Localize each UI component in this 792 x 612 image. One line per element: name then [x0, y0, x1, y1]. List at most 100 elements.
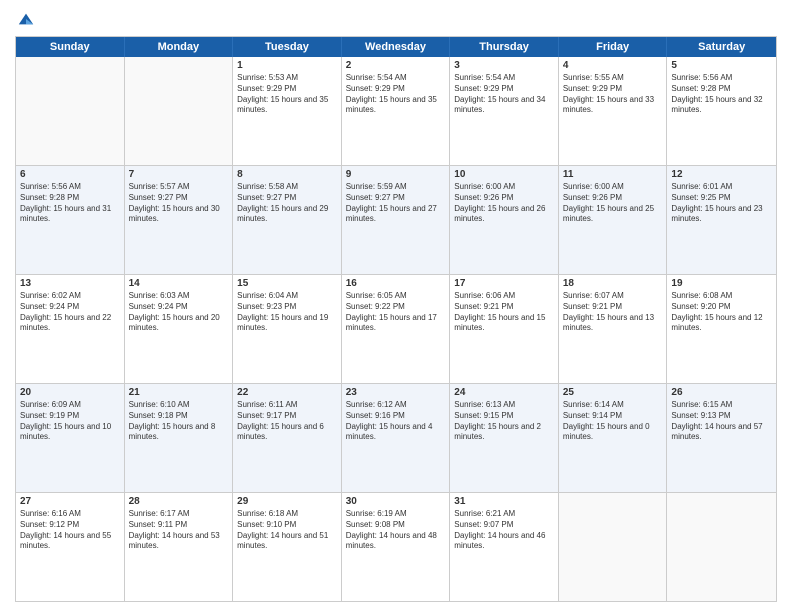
day-number: 24 [454, 387, 554, 398]
cell-sun-info: Sunrise: 6:12 AM Sunset: 9:16 PM Dayligh… [346, 400, 446, 443]
calendar-header: SundayMondayTuesdayWednesdayThursdayFrid… [16, 37, 776, 57]
calendar-row-5: 27Sunrise: 6:16 AM Sunset: 9:12 PM Dayli… [16, 493, 776, 601]
day-number: 18 [563, 278, 663, 289]
cell-sun-info: Sunrise: 6:16 AM Sunset: 9:12 PM Dayligh… [20, 509, 120, 552]
day-number: 3 [454, 60, 554, 71]
cell-sun-info: Sunrise: 6:17 AM Sunset: 9:11 PM Dayligh… [129, 509, 229, 552]
cell-sun-info: Sunrise: 6:18 AM Sunset: 9:10 PM Dayligh… [237, 509, 337, 552]
day-number: 10 [454, 169, 554, 180]
calendar-body: 1Sunrise: 5:53 AM Sunset: 9:29 PM Daylig… [16, 57, 776, 601]
cell-sun-info: Sunrise: 6:02 AM Sunset: 9:24 PM Dayligh… [20, 291, 120, 334]
calendar-cell: 7Sunrise: 5:57 AM Sunset: 9:27 PM Daylig… [125, 166, 234, 274]
day-number: 22 [237, 387, 337, 398]
page: SundayMondayTuesdayWednesdayThursdayFrid… [0, 0, 792, 612]
cell-sun-info: Sunrise: 6:00 AM Sunset: 9:26 PM Dayligh… [454, 182, 554, 225]
cell-sun-info: Sunrise: 5:53 AM Sunset: 9:29 PM Dayligh… [237, 73, 337, 116]
day-number: 11 [563, 169, 663, 180]
day-number: 5 [671, 60, 772, 71]
day-number: 15 [237, 278, 337, 289]
calendar-cell: 6Sunrise: 5:56 AM Sunset: 9:28 PM Daylig… [16, 166, 125, 274]
calendar-cell [667, 493, 776, 601]
calendar-row-1: 1Sunrise: 5:53 AM Sunset: 9:29 PM Daylig… [16, 57, 776, 166]
day-number: 30 [346, 496, 446, 507]
header-day-thursday: Thursday [450, 37, 559, 57]
calendar: SundayMondayTuesdayWednesdayThursdayFrid… [15, 36, 777, 602]
calendar-cell: 22 Sunrise: 6:11 AM Sunset: 9:17 PM Dayli… [233, 384, 342, 492]
calendar-cell [125, 57, 234, 165]
day-number: 12 [671, 169, 772, 180]
calendar-cell: 30 Sunrise: 6:19 AM Sunset: 9:08 PM Dayli… [342, 493, 451, 601]
calendar-cell: 8 Sunrise: 5:58 AM Sunset: 9:27 PM Daylig… [233, 166, 342, 274]
day-number: 13 [20, 278, 120, 289]
calendar-cell: 25 Sunrise: 6:14 AM Sunset: 9:14 PM Dayli… [559, 384, 668, 492]
calendar-row-2: 6Sunrise: 5:56 AM Sunset: 9:28 PM Daylig… [16, 166, 776, 275]
calendar-cell: 16 Sunrise: 6:05 AM Sunset: 9:22 PM Dayli… [342, 275, 451, 383]
cell-sun-info: Sunrise: 5:59 AM Sunset: 9:27 PM Dayligh… [346, 182, 446, 225]
calendar-cell: 4Sunrise: 5:55 AM Sunset: 9:29 PM Daylig… [559, 57, 668, 165]
cell-sun-info: Sunrise: 6:10 AM Sunset: 9:18 PM Dayligh… [129, 400, 229, 443]
cell-sun-info: Sunrise: 5:56 AM Sunset: 9:28 PM Dayligh… [20, 182, 120, 225]
calendar-cell: 23 Sunrise: 6:12 AM Sunset: 9:16 PM Dayli… [342, 384, 451, 492]
day-number: 16 [346, 278, 446, 289]
day-number: 2 [346, 60, 446, 71]
calendar-cell: 5 Sunrise: 5:56 AM Sunset: 9:28 PM Daylig… [667, 57, 776, 165]
calendar-cell: 31Sunrise: 6:21 AM Sunset: 9:07 PM Dayli… [450, 493, 559, 601]
calendar-cell: 9 Sunrise: 5:59 AM Sunset: 9:27 PM Daylig… [342, 166, 451, 274]
day-number: 29 [237, 496, 337, 507]
cell-sun-info: Sunrise: 6:07 AM Sunset: 9:21 PM Dayligh… [563, 291, 663, 334]
calendar-cell: 19 Sunrise: 6:08 AM Sunset: 9:20 PM Dayli… [667, 275, 776, 383]
day-number: 17 [454, 278, 554, 289]
calendar-row-4: 20 Sunrise: 6:09 AM Sunset: 9:19 PM Dayli… [16, 384, 776, 493]
logo-icon [17, 10, 35, 28]
cell-sun-info: Sunrise: 6:05 AM Sunset: 9:22 PM Dayligh… [346, 291, 446, 334]
calendar-cell: 28 Sunrise: 6:17 AM Sunset: 9:11 PM Dayli… [125, 493, 234, 601]
calendar-cell: 10 Sunrise: 6:00 AM Sunset: 9:26 PM Dayli… [450, 166, 559, 274]
calendar-cell: 17 Sunrise: 6:06 AM Sunset: 9:21 PM Dayli… [450, 275, 559, 383]
day-number: 21 [129, 387, 229, 398]
day-number: 25 [563, 387, 663, 398]
calendar-cell: 27Sunrise: 6:16 AM Sunset: 9:12 PM Dayli… [16, 493, 125, 601]
day-number: 4 [563, 60, 663, 71]
day-number: 19 [671, 278, 772, 289]
cell-sun-info: Sunrise: 6:03 AM Sunset: 9:24 PM Dayligh… [129, 291, 229, 334]
day-number: 28 [129, 496, 229, 507]
header-day-saturday: Saturday [667, 37, 776, 57]
calendar-cell: 1Sunrise: 5:53 AM Sunset: 9:29 PM Daylig… [233, 57, 342, 165]
cell-sun-info: Sunrise: 5:58 AM Sunset: 9:27 PM Dayligh… [237, 182, 337, 225]
day-number: 7 [129, 169, 229, 180]
cell-sun-info: Sunrise: 6:04 AM Sunset: 9:23 PM Dayligh… [237, 291, 337, 334]
calendar-cell: 15 Sunrise: 6:04 AM Sunset: 9:23 PM Dayli… [233, 275, 342, 383]
cell-sun-info: Sunrise: 6:19 AM Sunset: 9:08 PM Dayligh… [346, 509, 446, 552]
calendar-cell: 20 Sunrise: 6:09 AM Sunset: 9:19 PM Dayli… [16, 384, 125, 492]
calendar-cell: 11 Sunrise: 6:00 AM Sunset: 9:26 PM Dayli… [559, 166, 668, 274]
day-number: 23 [346, 387, 446, 398]
day-number: 9 [346, 169, 446, 180]
calendar-cell: 2Sunrise: 5:54 AM Sunset: 9:29 PM Daylig… [342, 57, 451, 165]
cell-sun-info: Sunrise: 6:08 AM Sunset: 9:20 PM Dayligh… [671, 291, 772, 334]
cell-sun-info: Sunrise: 6:00 AM Sunset: 9:26 PM Dayligh… [563, 182, 663, 225]
header-day-monday: Monday [125, 37, 234, 57]
day-number: 8 [237, 169, 337, 180]
day-number: 14 [129, 278, 229, 289]
cell-sun-info: Sunrise: 6:14 AM Sunset: 9:14 PM Dayligh… [563, 400, 663, 443]
calendar-cell: 18 Sunrise: 6:07 AM Sunset: 9:21 PM Dayli… [559, 275, 668, 383]
cell-sun-info: Sunrise: 6:15 AM Sunset: 9:13 PM Dayligh… [671, 400, 772, 443]
day-number: 26 [671, 387, 772, 398]
cell-sun-info: Sunrise: 6:09 AM Sunset: 9:19 PM Dayligh… [20, 400, 120, 443]
header-day-wednesday: Wednesday [342, 37, 451, 57]
calendar-cell: 3 Sunrise: 5:54 AM Sunset: 9:29 PM Daylig… [450, 57, 559, 165]
calendar-cell: 13 Sunrise: 6:02 AM Sunset: 9:24 PM Dayli… [16, 275, 125, 383]
calendar-cell: 14 Sunrise: 6:03 AM Sunset: 9:24 PM Dayli… [125, 275, 234, 383]
header-day-friday: Friday [559, 37, 668, 57]
calendar-cell: 26 Sunrise: 6:15 AM Sunset: 9:13 PM Dayli… [667, 384, 776, 492]
cell-sun-info: Sunrise: 6:21 AM Sunset: 9:07 PM Dayligh… [454, 509, 554, 552]
cell-sun-info: Sunrise: 6:06 AM Sunset: 9:21 PM Dayligh… [454, 291, 554, 334]
cell-sun-info: Sunrise: 5:56 AM Sunset: 9:28 PM Dayligh… [671, 73, 772, 116]
calendar-cell: 29 Sunrise: 6:18 AM Sunset: 9:10 PM Dayli… [233, 493, 342, 601]
calendar-cell [16, 57, 125, 165]
cell-sun-info: Sunrise: 5:54 AM Sunset: 9:29 PM Dayligh… [454, 73, 554, 116]
calendar-cell: 12 Sunrise: 6:01 AM Sunset: 9:25 PM Dayli… [667, 166, 776, 274]
cell-sun-info: Sunrise: 6:01 AM Sunset: 9:25 PM Dayligh… [671, 182, 772, 225]
day-number: 20 [20, 387, 120, 398]
cell-sun-info: Sunrise: 6:11 AM Sunset: 9:17 PM Dayligh… [237, 400, 337, 443]
